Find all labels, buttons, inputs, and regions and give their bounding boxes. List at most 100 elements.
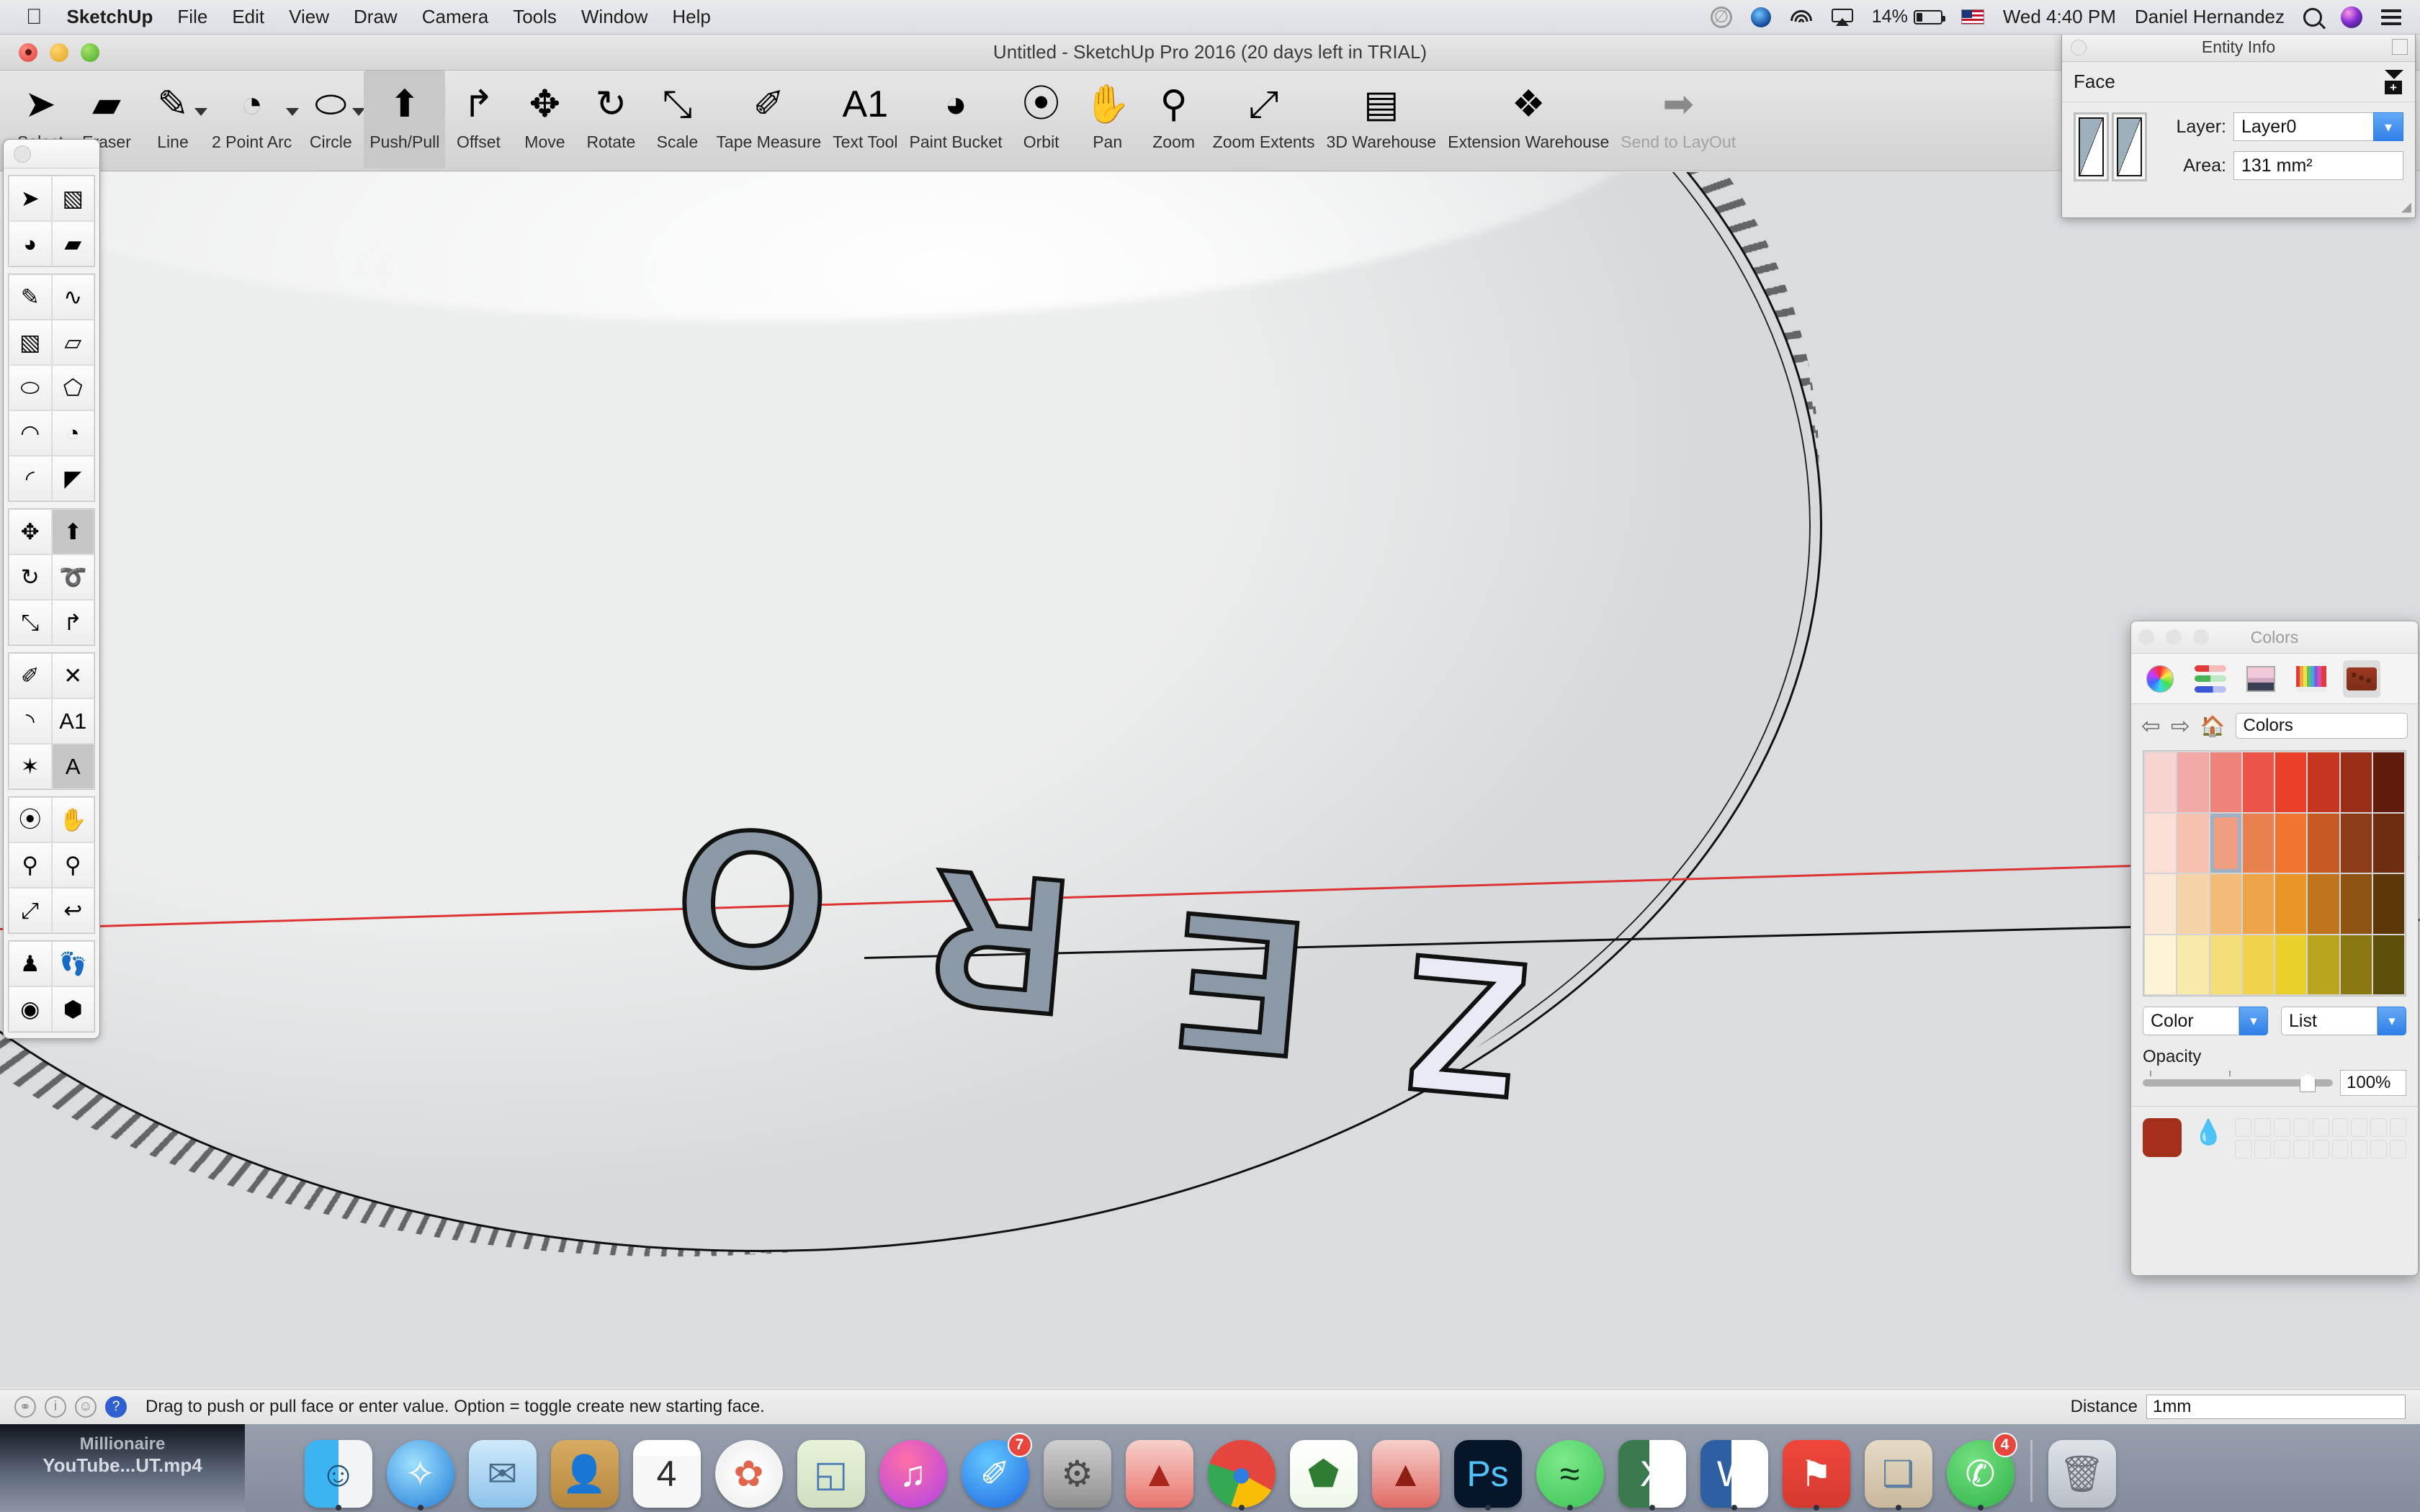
palette-tool-orbit[interactable]: ⦿: [9, 797, 52, 842]
toolbar-button-paint-bucket[interactable]: ◕ Paint Bucket: [904, 71, 1008, 152]
saved-color-slot[interactable]: [2351, 1140, 2368, 1158]
siri-icon[interactable]: [2341, 6, 2362, 28]
palette-tool-section-plane[interactable]: ⬢: [51, 986, 94, 1032]
palette-tool-offset[interactable]: ↱: [51, 600, 94, 645]
toolbar-button-text-tool[interactable]: A1 Text Tool: [827, 71, 903, 152]
color-swatch[interactable]: [2372, 813, 2404, 873]
toolbar-button-tape-measure[interactable]: ✐ Tape Measure: [710, 71, 827, 152]
palette-tool-tape-measure[interactable]: ✐: [9, 653, 52, 698]
color-swatch[interactable]: [2308, 935, 2339, 994]
minimize-button[interactable]: [50, 42, 68, 62]
dock-item-excel[interactable]: X: [1615, 1433, 1689, 1511]
home-icon[interactable]: 🏠: [2200, 714, 2226, 738]
palette-tool-arc[interactable]: ◠: [9, 410, 52, 456]
zoom-button[interactable]: [81, 42, 99, 62]
palette-close-button[interactable]: [14, 145, 31, 163]
toolbar-button-zoom-extents[interactable]: ⤢ Zoom Extents: [1207, 71, 1321, 152]
color-swatch[interactable]: [2275, 874, 2307, 934]
dropbox-icon[interactable]: [1750, 6, 1771, 27]
color-swatch[interactable]: [2275, 813, 2307, 873]
color-swatch[interactable]: [2340, 874, 2372, 934]
color-wheel-tab[interactable]: [2141, 660, 2179, 698]
close-button[interactable]: [19, 42, 37, 62]
dock-item-finder[interactable]: ☺: [302, 1433, 375, 1511]
menu-bar-user[interactable]: Daniel Hernandez: [2135, 6, 2285, 28]
saved-color-slot[interactable]: [2312, 1118, 2329, 1137]
toolbar-button-orbit[interactable]: ⦿ Orbit: [1008, 71, 1075, 152]
toolbar-button-pan[interactable]: ✋ Pan: [1075, 71, 1141, 152]
dock-item-mail[interactable]: ✉: [466, 1433, 539, 1508]
color-swatch[interactable]: [2210, 874, 2241, 934]
palette-tool-rotated-rectangle[interactable]: ▱: [51, 320, 94, 365]
color-swatch[interactable]: [2340, 813, 2372, 873]
color-swatch[interactable]: [2242, 752, 2274, 812]
palette-tool-zoom-window[interactable]: ⚲: [51, 842, 94, 888]
color-swatch[interactable]: [2210, 752, 2241, 812]
palette-tool-two-point-arc[interactable]: ◔: [51, 410, 94, 456]
palette-tool-freehand[interactable]: ∿: [51, 274, 94, 320]
entity-info-close-button[interactable]: [2071, 40, 2087, 55]
help-icon[interactable]: ?: [105, 1396, 127, 1418]
menu-item-file[interactable]: File: [177, 6, 207, 28]
color-swatch[interactable]: [2340, 752, 2372, 812]
saved-color-slot[interactable]: [2312, 1140, 2329, 1158]
saved-color-slot[interactable]: [2370, 1140, 2388, 1158]
dock-item-photoshop[interactable]: Ps: [1451, 1433, 1525, 1511]
dock-item-chrome[interactable]: ●: [1205, 1433, 1278, 1511]
saved-color-slot[interactable]: [2370, 1118, 2388, 1137]
layer-select[interactable]: Layer0 ▾: [2233, 112, 2403, 141]
color-swatch[interactable]: [2308, 813, 2339, 873]
saved-color-slot[interactable]: [2274, 1118, 2290, 1137]
palette-tool-push-pull[interactable]: ⬆: [51, 509, 94, 554]
palette-tool-follow-me[interactable]: ➰: [51, 554, 94, 600]
menu-item-help[interactable]: Help: [672, 6, 710, 28]
saved-color-slot[interactable]: [2235, 1140, 2252, 1158]
dock-item-sketchup[interactable]: ⚑: [1780, 1433, 1853, 1511]
dock-item-trash[interactable]: 🗑: [2045, 1433, 2119, 1508]
person-icon[interactable]: ☺: [75, 1396, 97, 1418]
saved-color-slot[interactable]: [2390, 1118, 2406, 1137]
palette-tool-scale[interactable]: ⤡: [9, 600, 52, 645]
palette-tool-circle[interactable]: ⬭: [9, 365, 52, 410]
color-swatch[interactable]: [2177, 874, 2209, 934]
color-swatch[interactable]: [2242, 813, 2274, 873]
dock-item-system-preferences[interactable]: ⚙: [1041, 1433, 1114, 1508]
color-swatch[interactable]: [2372, 874, 2404, 934]
dock-item-photos[interactable]: ✿: [712, 1433, 786, 1508]
chevron-down-icon[interactable]: ▾: [2373, 112, 2403, 141]
palette-tool-select-arrow[interactable]: ➤: [9, 176, 52, 221]
sketchup-materials-tab[interactable]: [2343, 660, 2380, 698]
entity-info-minimize-button[interactable]: [2392, 39, 2408, 55]
palette-tool-zoom-extents[interactable]: ⤢: [9, 888, 52, 933]
toolbar-button-3d-warehouse[interactable]: ▤ 3D Warehouse: [1321, 71, 1443, 152]
saved-color-slot[interactable]: [2254, 1118, 2272, 1137]
video-preview-tile[interactable]: Millionaire YouTube...UT.mp4: [0, 1424, 245, 1512]
color-swatch[interactable]: [2340, 935, 2372, 994]
color-swatch[interactable]: [2275, 752, 2307, 812]
colors-zoom-button[interactable]: [2193, 629, 2209, 645]
palette-tool-eraser[interactable]: ▰: [51, 221, 94, 266]
palette-tool-walk[interactable]: 👣: [51, 941, 94, 986]
dock-item-autocad-2[interactable]: ▲: [1369, 1433, 1443, 1508]
saved-color-slot[interactable]: [2390, 1140, 2406, 1158]
palette-tool-dimension[interactable]: ✕: [51, 653, 94, 698]
palette-tool-rotate[interactable]: ↻: [9, 554, 52, 600]
airplay-icon[interactable]: [1831, 8, 1853, 26]
forward-arrow-icon[interactable]: ⇨: [2171, 712, 2190, 739]
info-icon[interactable]: i: [45, 1396, 66, 1418]
color-swatch[interactable]: [2242, 935, 2274, 994]
palette-tool-polygon[interactable]: ⬠: [51, 365, 94, 410]
toolbar-button-rotate[interactable]: ↻ Rotate: [578, 71, 644, 152]
letter-z[interactable]: Z: [1395, 911, 1537, 1141]
color-swatch[interactable]: [2177, 935, 2209, 994]
apple-menu-icon[interactable]: : [26, 6, 42, 28]
color-swatch[interactable]: [2145, 874, 2177, 934]
back-face-swatch-icon[interactable]: [2112, 112, 2147, 181]
dock-item-autocad-1[interactable]: ▲: [1123, 1433, 1196, 1508]
color-swatch[interactable]: [2275, 935, 2307, 994]
image-palettes-tab[interactable]: [2242, 660, 2280, 698]
us-flag-icon[interactable]: [1960, 9, 1984, 24]
color-swatch[interactable]: [2145, 813, 2177, 873]
saved-color-slot[interactable]: [2331, 1140, 2349, 1158]
resize-grip-icon[interactable]: ◢: [2401, 199, 2411, 215]
